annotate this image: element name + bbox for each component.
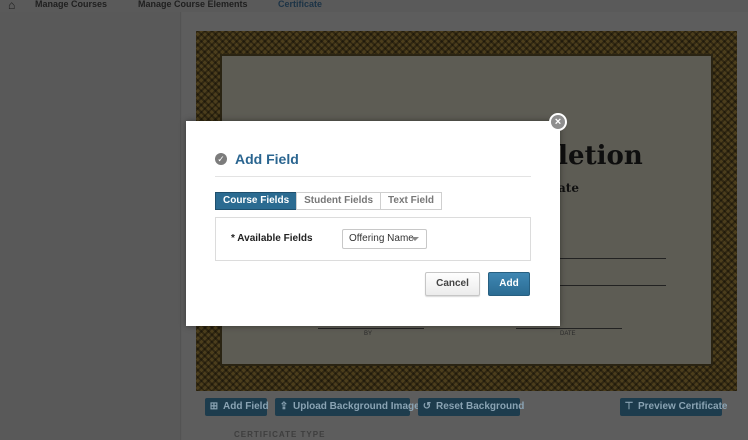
available-fields-value: Offering Name: [349, 233, 414, 244]
home-icon[interactable]: ⌂: [8, 0, 22, 11]
certificate-caption-by: BY: [364, 331, 373, 337]
sidebar: [0, 12, 181, 440]
tab-text-field[interactable]: Text Field: [380, 192, 442, 210]
reset-icon: ↺: [422, 401, 432, 412]
nav-manage-course-elements[interactable]: Manage Course Elements: [138, 0, 248, 9]
field-type-tabs: Course Fields Student Fields Text Field: [215, 192, 442, 210]
certificate-caption-date: DATE: [560, 331, 576, 337]
available-fields-panel: * Available Fields Offering Name: [215, 217, 531, 261]
nav-manage-courses[interactable]: Manage Courses: [35, 0, 107, 9]
add-field-label: Add Field: [223, 401, 269, 412]
close-icon[interactable]: ×: [549, 113, 567, 131]
preview-certificate-button[interactable]: ⊤ Preview Certificate: [620, 398, 728, 416]
nav-certificate[interactable]: Certificate: [278, 0, 322, 9]
dialog-title: Add Field: [235, 151, 299, 167]
upload-icon: ⇪: [279, 401, 289, 412]
check-circle-icon: ✓: [215, 153, 227, 165]
certificate-date-line: [516, 328, 622, 329]
certificate-line: [560, 258, 666, 259]
reset-background-button[interactable]: ↺ Reset Background: [418, 398, 524, 416]
certificate-line: [560, 285, 666, 286]
tab-course-fields[interactable]: Course Fields: [215, 192, 298, 210]
chevron-down-icon: [411, 237, 419, 241]
tab-student-fields[interactable]: Student Fields: [296, 192, 382, 210]
plus-icon: ⊞: [209, 401, 219, 412]
top-navigation: ⌂ Manage Courses Manage Course Elements …: [0, 0, 748, 12]
divider: [215, 176, 531, 177]
preview-certificate-label: Preview Certificate: [638, 401, 728, 412]
available-fields-select[interactable]: Offering Name: [342, 229, 427, 249]
add-button[interactable]: Add: [488, 272, 530, 296]
reset-background-label: Reset Background: [436, 401, 525, 412]
upload-background-label: Upload Background Image: [293, 401, 420, 412]
add-field-button[interactable]: ⊞ Add Field: [205, 398, 269, 416]
preview-icon: ⊤: [624, 401, 634, 412]
certificate-subtitle: ate: [558, 181, 579, 195]
available-fields-label: * Available Fields: [231, 233, 313, 244]
cancel-button[interactable]: Cancel: [425, 272, 480, 296]
certificate-type-heading: CERTIFICATE TYPE: [234, 430, 326, 439]
upload-background-button[interactable]: ⇪ Upload Background Image: [275, 398, 420, 416]
certificate-signature-line: [318, 328, 424, 329]
add-field-dialog: ✓ Add Field Course Fields Student Fields…: [186, 121, 560, 326]
